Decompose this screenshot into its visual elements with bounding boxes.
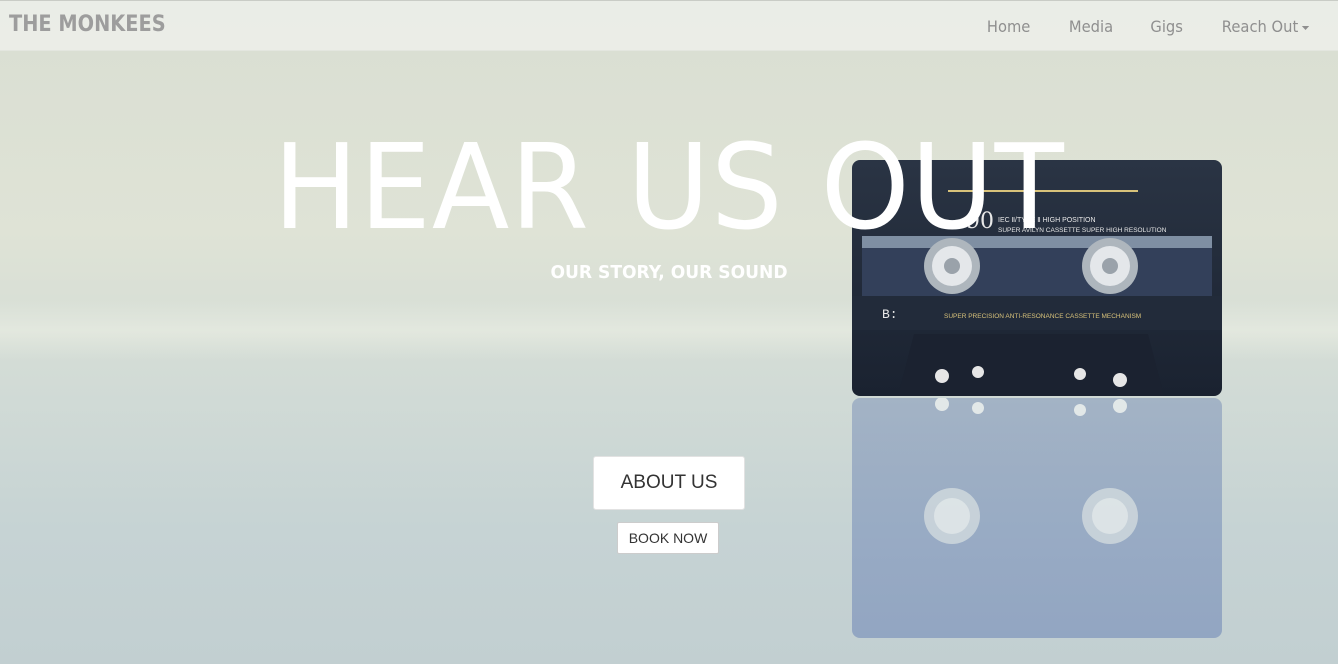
page: 90 IEC Ⅱ/TYPE Ⅱ HIGH POSITION SUPER AVIL…	[0, 0, 1338, 664]
nav-item-media[interactable]: Media	[1053, 17, 1128, 36]
book-now-button[interactable]: BOOK NOW	[617, 522, 719, 554]
cassette-mechanism-text: SUPER PRECISION ANTI-RESONANCE CASSETTE …	[944, 313, 1141, 320]
caret-down-icon	[1301, 25, 1310, 30]
cassette-reflection	[852, 398, 1222, 638]
about-us-button[interactable]: ABOUT US	[593, 456, 745, 510]
nav-item-reach-out[interactable]: Reach Out	[1206, 17, 1325, 36]
navbar: THE MONKEES Home Media Gigs Reach Out	[0, 0, 1338, 51]
nav-item-gigs[interactable]: Gigs	[1134, 17, 1198, 36]
nav-menu: Home Media Gigs Reach Out	[968, 1, 1330, 52]
cassette-side: B:	[882, 307, 898, 322]
nav-item-reach-out-label: Reach Out	[1221, 17, 1299, 36]
hero-title: HEAR US OUT	[273, 118, 1065, 256]
brand-logo[interactable]: THE MONKEES	[9, 12, 166, 37]
hero-subtitle: OUR STORY, OUR SOUND	[550, 262, 788, 283]
nav-item-home[interactable]: Home	[972, 17, 1047, 36]
